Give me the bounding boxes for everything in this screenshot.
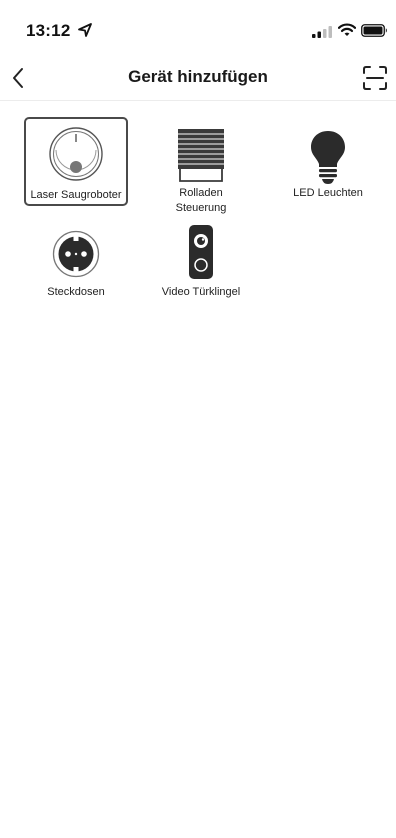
device-label: Laser Saugroboter	[30, 189, 122, 201]
cellular-signal-icon	[312, 26, 332, 38]
device-label-line2: Steuerung	[175, 202, 227, 214]
light-bulb-icon	[311, 131, 345, 184]
video-doorbell-icon	[189, 225, 213, 279]
status-bar: 13:12	[0, 0, 396, 56]
device-label: LED Leuchten	[293, 187, 363, 199]
battery-icon	[361, 24, 387, 37]
device-label: Video Türklingel	[161, 286, 241, 298]
device-label-line1: Rolladen	[179, 187, 223, 199]
device-tile-rolladen-steuerung[interactable]: Rolladen Steuerung	[149, 117, 253, 217]
location-arrow-icon	[78, 23, 92, 37]
status-time: 13:12	[26, 21, 71, 40]
wifi-icon	[338, 23, 356, 36]
device-label: Rolladen Steuerung	[149, 186, 253, 216]
device-tile-laser-saugroboter[interactable]: Laser Saugroboter	[24, 117, 128, 206]
back-chevron-icon[interactable]	[6, 62, 34, 94]
device-label: Steckdosen	[47, 286, 105, 298]
device-tile-led-leuchten[interactable]: LED Leuchten	[276, 117, 380, 206]
roller-shutter-icon	[178, 129, 224, 182]
page-title: Gerät hinzufügen	[128, 67, 268, 86]
scan-icon[interactable]	[362, 65, 388, 91]
power-socket-icon	[52, 230, 100, 278]
device-tile-video-tuerklingel[interactable]: Video Türklingel	[149, 224, 253, 304]
robot-vacuum-icon	[49, 127, 103, 181]
navigation-bar: Gerät hinzufügen	[0, 56, 396, 101]
device-tile-steckdosen[interactable]: Steckdosen	[24, 224, 128, 304]
